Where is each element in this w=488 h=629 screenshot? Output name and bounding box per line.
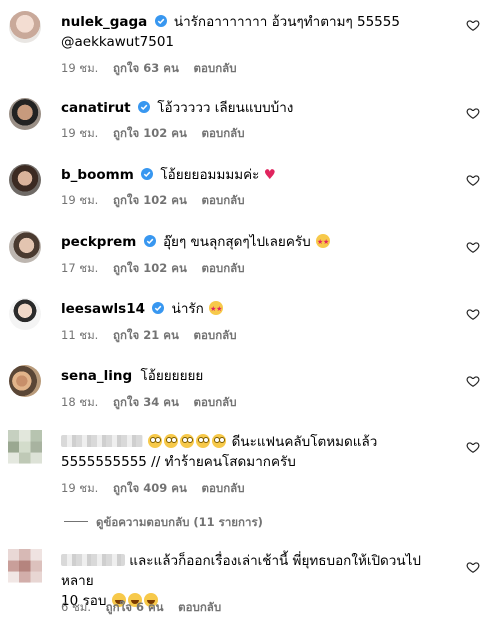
reply-button[interactable]: ตอบกลับ [202, 126, 245, 140]
verified-badge-icon [143, 235, 156, 247]
comment-meta: 18 ชม. ถูกใจ 34 คน ตอบกลับ [61, 394, 248, 412]
reply-button[interactable]: ตอบกลับ [178, 600, 221, 614]
eye-roll-emoji [148, 434, 163, 448]
avatar[interactable] [9, 164, 41, 196]
comment-time: 19 ชม. [61, 126, 99, 140]
heart-icon[interactable] [466, 173, 480, 187]
comment-time: 11 ชม. [61, 328, 99, 342]
comment-time: 19 ชม. [61, 61, 99, 75]
likes-count[interactable]: ถูกใจ 409 คน [113, 481, 187, 495]
reply-button[interactable]: ตอบกลับ [194, 395, 237, 409]
likes-count[interactable]: ถูกใจ 102 คน [113, 193, 187, 207]
likes-count[interactable]: ถูกใจ 63 คน [113, 61, 179, 75]
likes-count[interactable]: ถูกใจ 102 คน [113, 126, 187, 140]
username[interactable]: canatirut [61, 100, 131, 116]
comment-text: โอ้ยยยยยย [140, 368, 204, 384]
comment-text-line2: 5555555555 // ทำร้ายคนโสดมากครับ [61, 454, 296, 470]
star-eyes-emoji [315, 232, 330, 252]
username[interactable]: peckprem [61, 234, 136, 250]
comment-meta: 17 ชม. ถูกใจ 102 คน ตอบกลับ [61, 260, 256, 278]
heart-icon[interactable] [466, 560, 480, 574]
eye-roll-emoji [164, 434, 179, 448]
comment-meta: 19 ชม. ถูกใจ 409 คน ตอบกลับ [61, 480, 256, 498]
avatar[interactable] [9, 365, 41, 397]
comment-text: โอ้ววววว เลียนแบบบ้าง [157, 100, 294, 116]
view-replies-label: ดูข้อความตอบกลับ (11 รายการ) [96, 515, 263, 529]
comment-text: ดีนะแฟนคลับโตหมดแล้ว [231, 434, 378, 450]
comment-meta: 19 ชม. ถูกใจ 102 คน ตอบกลับ [61, 125, 256, 143]
verified-badge-icon [141, 168, 154, 180]
eye-roll-emoji [212, 434, 227, 448]
comment-meta: 19 ชม. ถูกใจ 63 คน ตอบกลับ [61, 60, 248, 78]
verified-badge-icon [152, 302, 165, 314]
blurred-username[interactable] [61, 554, 125, 566]
likes-count[interactable]: ถูกใจ 6 คน [106, 600, 164, 614]
divider-line [64, 521, 88, 522]
likes-count[interactable]: ถูกใจ 21 คน [113, 328, 179, 342]
heart-icon[interactable] [466, 18, 480, 32]
username[interactable]: leesawls14 [61, 301, 145, 317]
heart-icon[interactable] [466, 440, 480, 454]
comment-time: 19 ชม. [61, 193, 99, 207]
comment-text: น่ารักอาาาาาาา อ้วนๆทำตามๆ 55555 [173, 14, 400, 30]
comment-meta: 6 ชม. ถูกใจ 6 คน ตอบกลับ [61, 599, 232, 617]
heart-icon[interactable] [466, 307, 480, 321]
comment-mention[interactable]: @aekkawut7501 [61, 34, 174, 50]
comment-time: 18 ชม. [61, 395, 99, 409]
username[interactable]: nulek_gaga [61, 14, 147, 30]
verified-badge-icon [137, 101, 150, 113]
comment-text: น่ารัก [171, 301, 204, 317]
reply-button[interactable]: ตอบกลับ [202, 193, 245, 207]
comment-meta: 19 ชม. ถูกใจ 102 คน ตอบกลับ [61, 192, 256, 210]
blurred-username[interactable] [61, 435, 143, 447]
avatar[interactable] [8, 549, 42, 583]
likes-count[interactable]: ถูกใจ 102 คน [113, 261, 187, 275]
heart-icon[interactable] [466, 374, 480, 388]
reply-button[interactable]: ตอบกลับ [194, 328, 237, 342]
star-eyes-emoji [209, 299, 224, 319]
comment-time: 6 ชม. [61, 600, 92, 614]
reply-button[interactable]: ตอบกลับ [202, 261, 245, 275]
heart-icon[interactable] [466, 106, 480, 120]
eye-roll-emoji [196, 434, 211, 448]
reply-button[interactable]: ตอบกลับ [194, 61, 237, 75]
comment-time: 19 ชม. [61, 481, 99, 495]
verified-badge-icon [154, 15, 167, 27]
avatar[interactable] [9, 298, 41, 330]
comment-text: อุ๊ยๆ ขนลุกสุดๆไปเลยครับ [162, 234, 311, 250]
view-replies-button[interactable]: ดูข้อความตอบกลับ (11 รายการ) [64, 514, 263, 532]
username[interactable]: b_boomm [61, 167, 134, 183]
avatar[interactable] [9, 231, 41, 263]
avatar[interactable] [9, 11, 41, 43]
avatar[interactable] [9, 98, 41, 130]
comment-time: 17 ชม. [61, 261, 99, 275]
comment-text: โอ้ยยยอมมมมค่ะ [160, 167, 260, 183]
reply-button[interactable]: ตอบกลับ [202, 481, 245, 495]
username[interactable]: sena_ling [61, 368, 132, 384]
eye-roll-emoji [180, 434, 195, 448]
likes-count[interactable]: ถูกใจ 34 คน [113, 395, 179, 409]
red-heart-emoji: ♥ [263, 167, 276, 183]
heart-icon[interactable] [466, 240, 480, 254]
avatar[interactable] [8, 430, 42, 464]
comment-meta: 11 ชม. ถูกใจ 21 คน ตอบกลับ [61, 327, 248, 345]
